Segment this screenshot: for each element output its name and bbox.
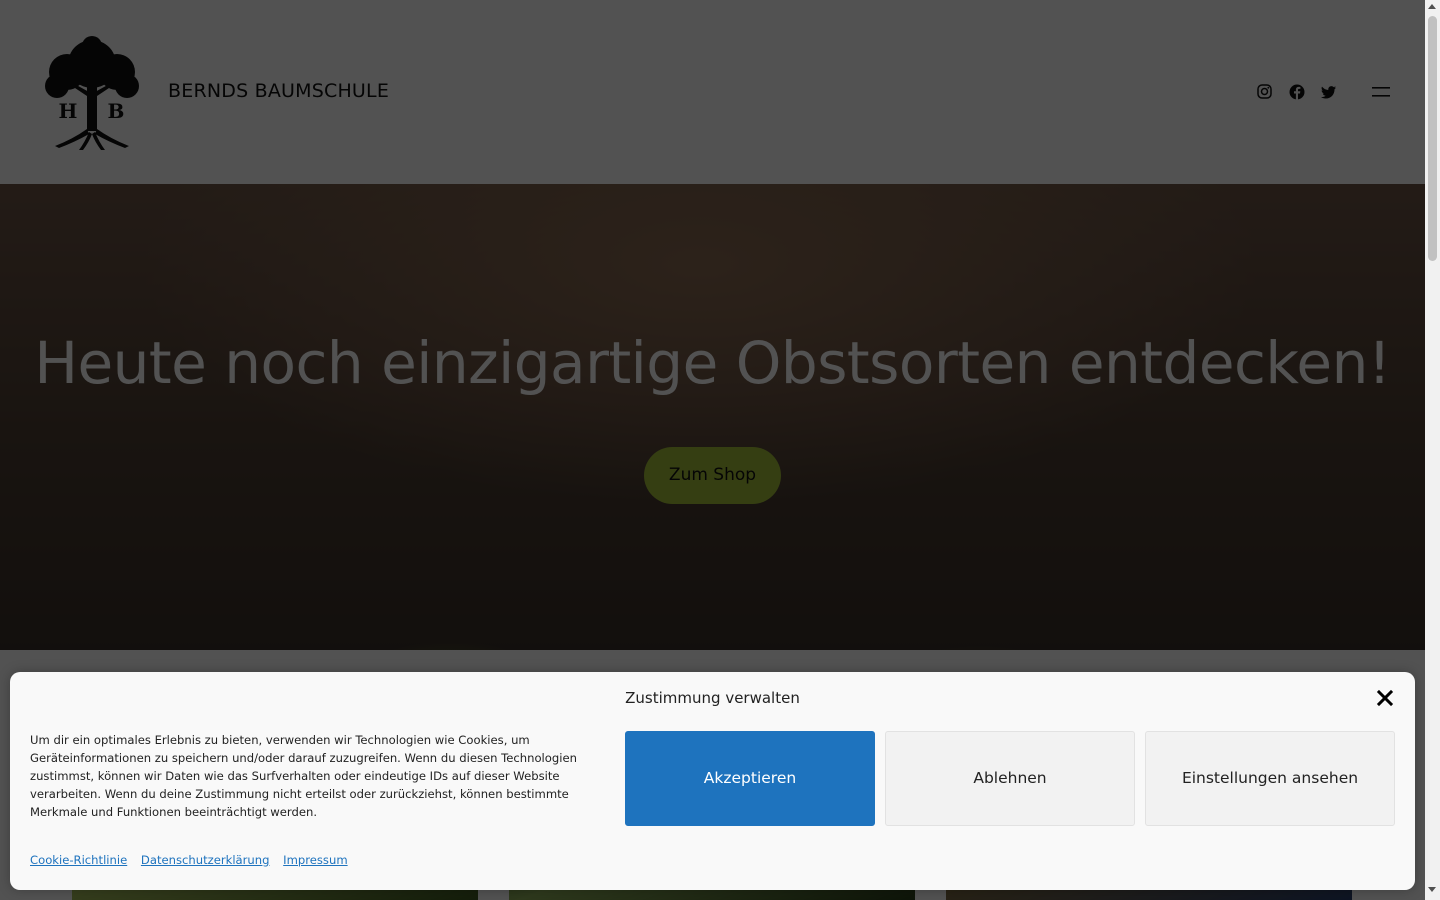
- close-icon[interactable]: [1376, 689, 1394, 707]
- privacy-link[interactable]: Datenschutzerklärung: [141, 853, 270, 867]
- shop-button[interactable]: Zum Shop: [644, 447, 781, 504]
- cookie-consent-dialog: Zustimmung verwalten Um dir ein optimale…: [10, 672, 1415, 890]
- scrollbar-thumb[interactable]: [1428, 16, 1437, 261]
- deny-button[interactable]: Ablehnen: [885, 731, 1135, 826]
- scroll-up-arrow-icon[interactable]: [1428, 4, 1436, 9]
- hero-title: Heute noch einzigartige Obstsorten entde…: [34, 329, 1391, 397]
- consent-links: Cookie-Richtlinie Datenschutzerklärung I…: [30, 853, 358, 867]
- cookie-policy-link[interactable]: Cookie-Richtlinie: [30, 853, 127, 867]
- hamburger-menu-icon[interactable]: [1370, 82, 1392, 102]
- accept-button[interactable]: Akzeptieren: [625, 731, 875, 826]
- site-header: H B BERNDS BAUMSCHULE: [0, 0, 1425, 184]
- facebook-icon[interactable]: [1288, 83, 1306, 101]
- svg-text:B: B: [108, 99, 125, 123]
- tree-logo[interactable]: H B: [33, 34, 151, 152]
- instagram-icon[interactable]: [1256, 83, 1274, 101]
- site-title[interactable]: BERNDS BAUMSCHULE: [168, 80, 389, 102]
- svg-text:H: H: [59, 99, 78, 123]
- consent-message: Um dir ein optimales Erlebnis zu bieten,…: [30, 733, 577, 819]
- imprint-link[interactable]: Impressum: [283, 853, 347, 867]
- consent-title: Zustimmung verwalten: [625, 689, 800, 707]
- scroll-down-arrow-icon[interactable]: [1428, 887, 1436, 892]
- hero-banner: Heute noch einzigartige Obstsorten entde…: [0, 184, 1425, 650]
- twitter-icon[interactable]: [1320, 83, 1338, 101]
- view-settings-button[interactable]: Einstellungen ansehen: [1145, 731, 1395, 826]
